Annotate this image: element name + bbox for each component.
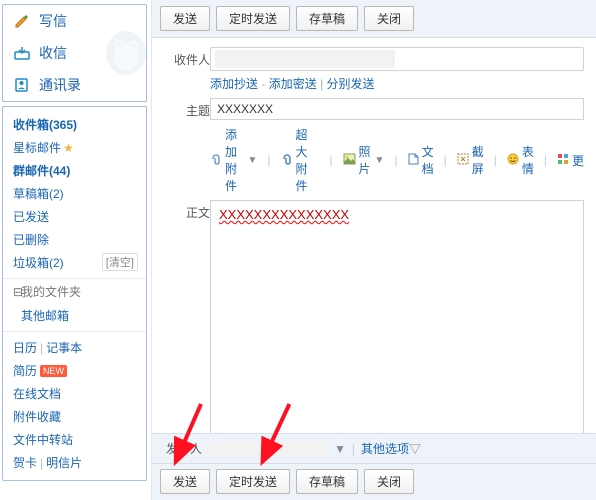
folder-nav-block: 收件箱(365) 星标邮件★ 群邮件(44) 草稿箱(2) 已发送 已删除 垃圾…	[2, 106, 147, 481]
inbox-icon	[13, 45, 31, 61]
chevron-down-icon: ▼	[375, 155, 385, 166]
attachment-toolbar: 添加附件▼ | 超大附件 | 照片▼ |	[210, 126, 584, 194]
document-icon	[408, 153, 419, 168]
folder-sent[interactable]: 已发送	[3, 205, 146, 228]
big-attachment-button[interactable]: 超大附件	[281, 126, 320, 194]
send-button[interactable]: 发送	[160, 6, 210, 31]
folder-inbox[interactable]: 收件箱(365)	[3, 113, 146, 136]
more-formats-button[interactable]: 更	[557, 152, 584, 169]
sidebar-label: 通讯录	[39, 75, 81, 95]
subject-input[interactable]	[210, 98, 584, 120]
emoji-button[interactable]: 表情	[507, 143, 534, 177]
sidebar-item-contacts[interactable]: 通讯录	[3, 69, 146, 101]
sidebar-item-compose[interactable]: 写信	[3, 5, 146, 37]
sender-label: 发件人	[166, 440, 202, 457]
tool-calendar-notes[interactable]: 日历|记事本	[3, 336, 146, 359]
tool-file-transfer[interactable]: 文件中转站	[3, 428, 146, 451]
folder-group[interactable]: 群邮件(44)	[3, 159, 146, 182]
sidebar-label: 收信	[39, 43, 67, 63]
screenshot-icon	[457, 153, 469, 168]
toolbar-top: 发送 定时发送 存草稿 关闭	[152, 0, 596, 38]
compose-nav-block: 写信 收信 通讯录	[2, 4, 147, 102]
photo-button[interactable]: 照片▼	[343, 143, 385, 177]
close-button-bottom[interactable]: 关闭	[364, 469, 414, 494]
sidebar: 写信 收信 通讯录 收件箱(365) 星标邮件★ 群邮件(44) 草稿箱(2) …	[0, 0, 152, 500]
other-options-link[interactable]: 其他选项▽	[361, 440, 421, 457]
chevron-down-icon[interactable]: ▼	[334, 442, 346, 456]
save-draft-button[interactable]: 存草稿	[296, 6, 358, 31]
folder-deleted[interactable]: 已删除	[3, 228, 146, 251]
to-label: 收件人	[164, 47, 210, 68]
cc-bcc-links: 添加抄送 - 添加密送 | 分别发送	[210, 75, 584, 92]
section-myfolders[interactable]: ⊟我的文件夹	[3, 278, 146, 304]
paperclip-icon	[210, 153, 222, 168]
sidebar-item-receive[interactable]: 收信	[3, 37, 146, 69]
compose-icon	[13, 13, 31, 29]
sender-address[interactable]	[208, 442, 328, 456]
sidebar-label: 写信	[39, 11, 67, 31]
save-draft-button-bottom[interactable]: 存草稿	[296, 469, 358, 494]
compose-form: 收件人 添加抄送 - 添加密送 | 分别发送 主题	[152, 38, 596, 433]
new-badge: NEW	[40, 365, 67, 377]
sender-info: 发件人 ▼ | 其他选项▽	[166, 440, 421, 457]
subject-label: 主题	[164, 98, 210, 119]
add-attachment-button[interactable]: 添加附件▼	[210, 126, 257, 194]
split-send-link[interactable]: 分别发送	[327, 77, 375, 91]
tool-resume[interactable]: 简历NEW	[3, 359, 146, 382]
add-cc-link[interactable]: 添加抄送	[210, 77, 258, 91]
folder-starred[interactable]: 星标邮件★	[3, 136, 146, 159]
folder-drafts[interactable]: 草稿箱(2)	[3, 182, 146, 205]
collapse-icon: ⊟	[13, 285, 21, 299]
photo-icon	[343, 153, 356, 168]
toolbar-bottom: 发件人 ▼ | 其他选项▽	[152, 433, 596, 463]
close-button[interactable]: 关闭	[364, 6, 414, 31]
star-icon: ★	[63, 141, 74, 155]
clear-spam-button[interactable]: [清空]	[102, 253, 138, 271]
screenshot-button[interactable]: 截屏	[457, 143, 484, 177]
emoji-icon	[507, 153, 519, 168]
timed-send-button[interactable]: 定时发送	[216, 6, 290, 31]
to-input[interactable]	[210, 47, 584, 71]
add-bcc-link[interactable]: 添加密送	[269, 77, 317, 91]
send-button-bottom[interactable]: 发送	[160, 469, 210, 494]
chevron-down-icon: ▼	[248, 155, 258, 166]
folder-other-mailbox[interactable]: 其他邮箱	[3, 304, 146, 327]
tool-online-docs[interactable]: 在线文档	[3, 382, 146, 405]
main-panel: 发送 定时发送 存草稿 关闭 收件人 添加抄送 - 添加密送 | 分别发送	[152, 0, 596, 500]
folder-spam[interactable]: 垃圾箱(2)[清空]	[3, 251, 146, 274]
document-button[interactable]: 文档	[408, 143, 434, 177]
body-editor[interactable]: XXXXXXXXXXXXXXX	[210, 200, 584, 433]
palette-icon	[557, 153, 569, 168]
tool-cards[interactable]: 贺卡|明信片	[3, 451, 146, 474]
body-label: 正文	[164, 200, 210, 221]
timed-send-button-bottom[interactable]: 定时发送	[216, 469, 290, 494]
recipient-chip[interactable]	[215, 50, 395, 68]
tool-attachment-fav[interactable]: 附件收藏	[3, 405, 146, 428]
contacts-icon	[13, 77, 31, 93]
toolbar-bottom-buttons: 发送 定时发送 存草稿 关闭	[152, 463, 596, 500]
paperclip-big-icon	[281, 153, 293, 168]
